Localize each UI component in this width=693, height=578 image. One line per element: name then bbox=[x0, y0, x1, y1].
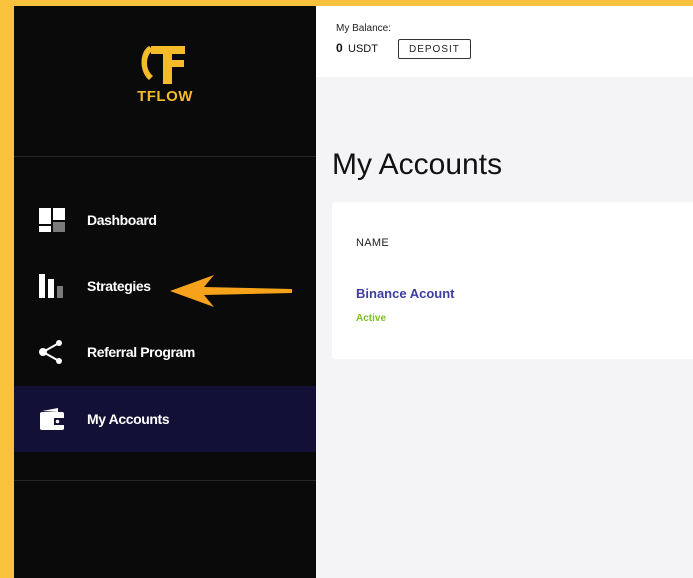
bar-chart-icon bbox=[39, 273, 65, 299]
balance-amount: 0 bbox=[336, 41, 343, 55]
top-bar: My Balance: 0 USDT DEPOSIT bbox=[316, 6, 693, 77]
balance-value: 0 USDT bbox=[336, 41, 378, 55]
page-title: My Accounts bbox=[332, 148, 503, 181]
account-name-link[interactable]: Binance Acount bbox=[356, 286, 454, 301]
sidebar-item-label: My Accounts bbox=[87, 411, 170, 427]
column-header-name: NAME bbox=[356, 237, 389, 249]
sidebar-item-my-accounts[interactable]: My Accounts bbox=[14, 386, 316, 452]
sidebar-item-referral-program[interactable]: Referral Program bbox=[14, 319, 316, 385]
accounts-card: NAME Binance Acount Active bbox=[332, 202, 693, 359]
tflow-logo-icon bbox=[141, 46, 185, 84]
sidebar-item-dashboard[interactable]: Dashboard bbox=[14, 187, 316, 253]
sidebar-item-label: Strategies bbox=[87, 278, 151, 294]
dashboard-icon bbox=[39, 207, 65, 233]
sidebar-divider bbox=[14, 480, 316, 481]
sidebar-item-label: Dashboard bbox=[87, 212, 157, 228]
sidebar: TFLOW Dashboard Strategies Referral Prog… bbox=[14, 6, 316, 578]
app-frame: TFLOW Dashboard Strategies Referral Prog… bbox=[14, 6, 693, 578]
wallet-icon bbox=[39, 406, 65, 432]
share-icon bbox=[39, 339, 65, 365]
brand-logo[interactable]: TFLOW bbox=[14, 42, 316, 105]
balance-unit: USDT bbox=[348, 43, 378, 55]
pointer-arrow-icon bbox=[170, 275, 292, 307]
balance-label: My Balance: bbox=[336, 23, 392, 34]
main-content: My Balance: 0 USDT DEPOSIT My Accounts N… bbox=[316, 6, 693, 578]
sidebar-divider bbox=[14, 156, 316, 157]
deposit-button[interactable]: DEPOSIT bbox=[398, 39, 471, 59]
brand-name: TFLOW bbox=[137, 88, 193, 105]
sidebar-item-label: Referral Program bbox=[87, 344, 195, 360]
status-badge: Active bbox=[356, 313, 387, 324]
